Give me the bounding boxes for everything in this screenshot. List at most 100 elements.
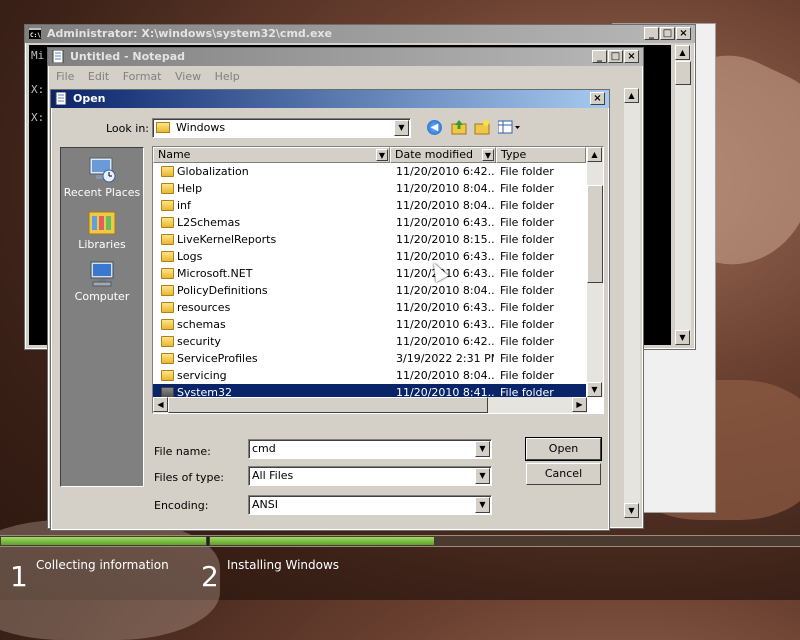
dialog-title: Open bbox=[73, 92, 106, 105]
up-folder-icon[interactable] bbox=[451, 119, 467, 135]
column-label: Date modified bbox=[395, 148, 473, 161]
folder-icon bbox=[161, 234, 174, 245]
file-type-label: Files of type: bbox=[154, 471, 225, 484]
console-line: X: bbox=[31, 83, 45, 96]
menu-view[interactable]: View bbox=[175, 70, 201, 83]
file-date-cell: 11/20/2010 6:43... bbox=[396, 250, 494, 263]
place-label: Recent Places bbox=[63, 186, 141, 199]
column-header-type[interactable]: Type bbox=[496, 147, 586, 163]
cmd-title: Administrator: X:\windows\system32\cmd.e… bbox=[47, 27, 332, 40]
file-name-cell: security bbox=[177, 335, 221, 348]
encoding-dropdown-button[interactable]: ▼ bbox=[475, 497, 490, 513]
scroll-down-button[interactable]: ▼ bbox=[587, 382, 602, 397]
console-line: X: bbox=[31, 111, 45, 124]
file-row[interactable]: Globalization 11/20/2010 6:42... File fold… bbox=[153, 163, 586, 180]
scroll-up-button[interactable]: ▲ bbox=[675, 45, 690, 60]
file-row[interactable]: L2Schemas 11/20/2010 6:43... File folder bbox=[153, 214, 586, 231]
file-row[interactable]: resources 11/20/2010 6:43... File folder bbox=[153, 299, 586, 316]
progress-separator bbox=[207, 536, 209, 546]
column-label: Type bbox=[501, 148, 527, 161]
view-menu-icon[interactable] bbox=[497, 120, 522, 134]
scroll-down-button[interactable]: ▼ bbox=[675, 330, 690, 345]
file-list[interactable]: Name ▼ Date modified ▼ Type Globalization 1… bbox=[152, 146, 604, 414]
file-row[interactable]: inf 11/20/2010 8:04... File folder bbox=[153, 197, 586, 214]
menu-format[interactable]: Format bbox=[123, 70, 162, 83]
scroll-up-button[interactable]: ▲ bbox=[587, 147, 602, 162]
notepad-icon bbox=[54, 91, 68, 106]
folder-icon bbox=[161, 302, 174, 313]
look-in-dropdown-button[interactable]: ▼ bbox=[394, 120, 409, 136]
file-list-hscroll[interactable]: ◀ ▶ bbox=[153, 397, 587, 413]
file-date-cell: 11/20/2010 8:04... bbox=[396, 182, 494, 195]
file-row[interactable]: PolicyDefinitions 11/20/2010 8:04... File … bbox=[153, 282, 586, 299]
step-number: 2 bbox=[201, 560, 219, 593]
scroll-thumb[interactable] bbox=[675, 61, 691, 85]
chevron-down-icon[interactable]: ▼ bbox=[376, 149, 388, 161]
new-folder-icon[interactable] bbox=[474, 119, 490, 135]
scroll-up-button[interactable]: ▲ bbox=[624, 88, 639, 103]
column-header-date[interactable]: Date modified ▼ bbox=[390, 147, 496, 163]
menu-file[interactable]: File bbox=[56, 70, 74, 83]
cmd-titlebar[interactable]: C:\ Administrator: X:\windows\system32\c… bbox=[25, 25, 695, 43]
notepad-menubar: File Edit Format View Help bbox=[51, 68, 640, 86]
file-list-vscroll[interactable]: ▲ ▼ bbox=[587, 147, 603, 397]
cmd-minimize-button[interactable]: _ bbox=[644, 27, 659, 40]
place-recent-places[interactable]: Recent Places bbox=[61, 156, 143, 199]
file-name-cell: servicing bbox=[177, 369, 227, 382]
file-row[interactable]: security 11/20/2010 6:42... File folder bbox=[153, 333, 586, 350]
column-header-name[interactable]: Name ▼ bbox=[153, 147, 390, 163]
menu-help[interactable]: Help bbox=[215, 70, 240, 83]
file-type-dropdown-button[interactable]: ▼ bbox=[475, 468, 490, 484]
scroll-thumb[interactable] bbox=[168, 397, 488, 413]
folder-icon bbox=[161, 183, 174, 194]
file-name-input[interactable]: cmd ▼ bbox=[248, 439, 492, 459]
file-date-cell: 3/19/2022 2:31 PM bbox=[396, 352, 494, 365]
scroll-right-button[interactable]: ▶ bbox=[572, 397, 587, 412]
notepad-maximize-button[interactable]: □ bbox=[608, 50, 623, 63]
file-row[interactable]: schemas 11/20/2010 6:43... File folder bbox=[153, 316, 586, 333]
scroll-thumb[interactable] bbox=[587, 185, 603, 283]
notepad-icon bbox=[51, 49, 65, 64]
chevron-down-icon[interactable]: ▼ bbox=[482, 149, 494, 161]
encoding-select[interactable]: ANSI ▼ bbox=[248, 495, 492, 515]
file-row[interactable]: Help 11/20/2010 8:04... File folder bbox=[153, 180, 586, 197]
file-row[interactable]: ServiceProfiles 3/19/2022 2:31 PM File fol… bbox=[153, 350, 586, 367]
notepad-minimize-button[interactable]: _ bbox=[592, 50, 607, 63]
menu-edit[interactable]: Edit bbox=[88, 70, 109, 83]
cmd-scrollbar[interactable]: ▲ ▼ bbox=[675, 45, 691, 345]
folder-icon bbox=[161, 166, 174, 177]
look-in-combo[interactable]: Windows ▼ bbox=[152, 118, 411, 138]
file-name-dropdown-button[interactable]: ▼ bbox=[475, 441, 490, 457]
file-date-cell: 11/20/2010 6:43... bbox=[396, 216, 494, 229]
step-label: Installing Windows bbox=[227, 558, 340, 572]
file-row[interactable]: LiveKernelReports 11/20/2010 8:15... File … bbox=[153, 231, 586, 248]
dialog-close-button[interactable]: × bbox=[590, 92, 605, 105]
file-row[interactable]: servicing 11/20/2010 8:04... File folder bbox=[153, 367, 586, 384]
notepad-close-button[interactable]: × bbox=[624, 50, 639, 63]
file-row[interactable]: Microsoft.NET 11/20/2010 6:43... File fold… bbox=[153, 265, 586, 282]
file-name-cell: schemas bbox=[177, 318, 226, 331]
step-label: Collecting information bbox=[36, 558, 169, 572]
place-libraries[interactable]: Libraries bbox=[61, 208, 143, 251]
scroll-down-button[interactable]: ▼ bbox=[624, 503, 639, 518]
cmd-close-button[interactable]: × bbox=[676, 27, 691, 40]
place-computer[interactable]: Computer bbox=[61, 260, 143, 303]
file-name-cell: LiveKernelReports bbox=[177, 233, 277, 246]
file-type-select[interactable]: All Files ▼ bbox=[248, 466, 492, 486]
open-button[interactable]: Open bbox=[525, 437, 602, 461]
file-name-cell: resources bbox=[177, 301, 231, 314]
notepad-titlebar[interactable]: Untitled - Notepad bbox=[48, 48, 643, 66]
file-type-cell: File folder bbox=[500, 301, 554, 314]
file-name-cell: Microsoft.NET bbox=[177, 267, 253, 280]
scroll-left-button[interactable]: ◀ bbox=[153, 397, 168, 412]
notepad-scrollbar[interactable]: ▲ ▼ bbox=[624, 88, 640, 518]
cmd-maximize-button[interactable]: □ bbox=[660, 27, 675, 40]
open-dialog-titlebar[interactable]: Open bbox=[51, 90, 609, 108]
back-icon[interactable]: ◀ bbox=[427, 120, 442, 135]
look-in-value: Windows bbox=[176, 121, 226, 134]
file-type-cell: File folder bbox=[500, 250, 554, 263]
cancel-button[interactable]: Cancel bbox=[526, 463, 601, 485]
file-name-cell: Logs bbox=[177, 250, 203, 263]
encoding-label: Encoding: bbox=[154, 499, 209, 512]
file-row[interactable]: Logs 11/20/2010 6:43... File folder bbox=[153, 248, 586, 265]
